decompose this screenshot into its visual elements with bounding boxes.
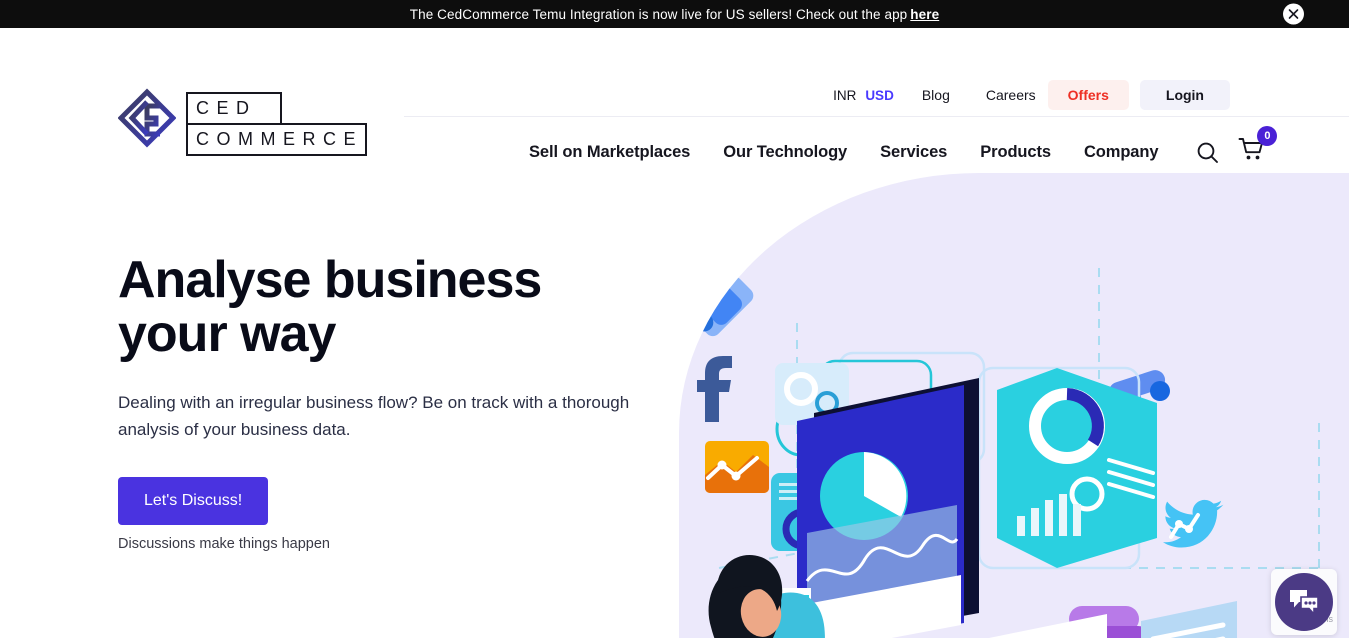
logo-wordmark: CED COMMERCE bbox=[186, 90, 367, 158]
hero-section: Analyse business your way Dealing with a… bbox=[0, 173, 1349, 638]
hero-title-line-2: your way bbox=[118, 305, 336, 363]
facebook-icon bbox=[697, 356, 732, 422]
chat-widget[interactable]: ms bbox=[1271, 569, 1337, 635]
chat-open-button[interactable] bbox=[1275, 573, 1333, 631]
announcement-bar: The CedCommerce Temu Integration is now … bbox=[0, 0, 1349, 28]
currency-inr[interactable]: INR bbox=[833, 88, 856, 103]
lets-discuss-button[interactable]: Let's Discuss! bbox=[118, 477, 269, 525]
business-analytics-illustration-icon bbox=[687, 268, 1320, 638]
chat-bubbles-icon bbox=[1290, 590, 1319, 616]
header-divider bbox=[404, 116, 1349, 117]
nav-item-products[interactable]: Products bbox=[980, 143, 1051, 162]
hero-title-line-1: Analyse business bbox=[118, 251, 542, 309]
logo-text-commerce: COMMERCE bbox=[186, 123, 367, 156]
currency-switcher: INR USD bbox=[833, 88, 894, 103]
hero-subtitle: Dealing with an irregular business flow?… bbox=[118, 393, 630, 439]
nav-item-sell-on-marketplaces[interactable]: Sell on Marketplaces bbox=[529, 143, 690, 162]
dashboard-screen bbox=[797, 378, 979, 638]
site-header: CED COMMERCE INR USD Blog Careers Offers… bbox=[0, 28, 1349, 173]
hero-cta-note: Discussions make things happen bbox=[118, 536, 330, 552]
nav-item-company[interactable]: Company bbox=[1084, 143, 1159, 162]
light-card-right bbox=[1141, 601, 1237, 638]
announcement-text: The CedCommerce Temu Integration is now … bbox=[410, 7, 939, 22]
nav-link-blog[interactable]: Blog bbox=[922, 87, 950, 103]
nav-link-careers[interactable]: Careers bbox=[986, 87, 1036, 103]
cart-count-badge: 0 bbox=[1257, 126, 1278, 146]
utility-nav: INR USD Blog Careers Offers Login bbox=[833, 80, 1230, 110]
google-analytics-icon bbox=[705, 441, 769, 493]
logo-text-ced: CED bbox=[186, 92, 282, 125]
hero-content: Analyse business your way Dealing with a… bbox=[118, 253, 698, 552]
login-button[interactable]: Login bbox=[1139, 80, 1230, 110]
search-icon[interactable] bbox=[1196, 141, 1219, 164]
teal-analytics-card bbox=[997, 368, 1157, 568]
hero-illustration bbox=[679, 173, 1349, 638]
nav-icon-group: 0 bbox=[1196, 126, 1278, 167]
announcement-link[interactable]: here bbox=[910, 7, 939, 22]
hero-title: Analyse business your way bbox=[118, 253, 698, 361]
nav-item-services[interactable]: Services bbox=[880, 143, 947, 162]
site-logo[interactable]: CED COMMERCE bbox=[118, 88, 367, 160]
main-nav: Sell on Marketplaces Our Technology Serv… bbox=[529, 126, 1278, 167]
announcement-close-button[interactable] bbox=[1283, 3, 1304, 25]
twitter-icon bbox=[1162, 499, 1224, 548]
ced-diamond-logo-icon bbox=[118, 88, 176, 148]
offers-button[interactable]: Offers bbox=[1047, 80, 1129, 110]
announcement-message: The CedCommerce Temu Integration is now … bbox=[409, 6, 908, 22]
cart-button[interactable]: 0 bbox=[1238, 126, 1278, 167]
close-icon bbox=[1288, 9, 1299, 19]
nav-item-our-technology[interactable]: Our Technology bbox=[723, 143, 847, 162]
currency-usd[interactable]: USD bbox=[865, 88, 894, 103]
